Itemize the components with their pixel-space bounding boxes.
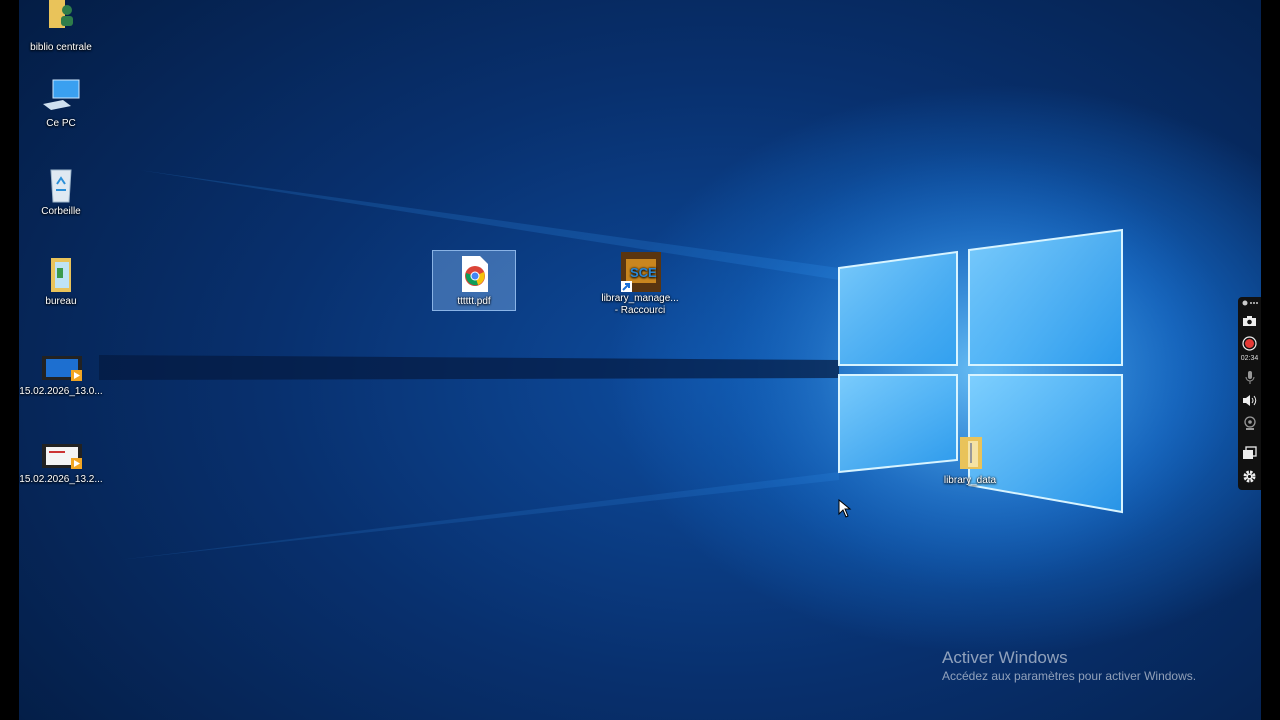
desktop-icon-label: 15.02.2026_13.2... <box>19 474 103 485</box>
webcam-icon[interactable] <box>1241 415 1258 432</box>
app-shortcut-icon: SCE <box>620 251 661 292</box>
desktop-icon-label: library_data <box>943 475 997 486</box>
letterbox-left <box>0 0 19 720</box>
desktop-icon-ce-pc[interactable]: Ce PC <box>19 76 103 130</box>
camera-icon[interactable] <box>1241 312 1258 329</box>
desktop-icon-library-shortcut[interactable]: SCE library_manage... - Raccourci <box>598 251 682 317</box>
recycle-bin-icon <box>41 164 81 204</box>
record-icon[interactable] <box>1241 335 1258 352</box>
activation-watermark: Activer Windows Accédez aux paramètres p… <box>942 648 1196 684</box>
wallpaper <box>99 150 1239 590</box>
microphone-icon[interactable] <box>1241 369 1258 386</box>
watermark-subtitle: Accédez aux paramètres pour activer Wind… <box>942 669 1197 683</box>
user-folder-icon <box>41 0 81 40</box>
desktop-icon-label: Corbeille <box>41 206 81 217</box>
desktop-icon-tttttt-pdf[interactable]: tttttt.pdf <box>432 250 516 311</box>
desktop-icon-label: biblio centrale <box>30 42 92 53</box>
desktop-icon-video-2[interactable]: 15.02.2026_13.2... <box>19 442 103 486</box>
desktop-icon-label: bureau <box>45 296 77 307</box>
desktop-icon-video-1[interactable]: 15.02.2026_13.0... <box>19 354 103 398</box>
desktop-icon-biblio-centrale[interactable]: biblio centrale <box>19 0 103 54</box>
desktop-icon-corbeille[interactable]: Corbeille <box>19 164 103 218</box>
pin-icon[interactable] <box>1241 297 1258 309</box>
desktop-icon-label: Ce PC <box>46 118 76 129</box>
desktop-icon-library-data[interactable]: library_data <box>928 433 1012 487</box>
watermark-title: Activer Windows <box>942 648 1068 667</box>
desktop-icon-label: tttttt.pdf <box>457 296 491 307</box>
mouse-cursor-icon <box>838 498 852 524</box>
speaker-icon[interactable] <box>1241 392 1258 409</box>
letterbox-right <box>1261 0 1280 720</box>
screen-recorder-toolbar: 02:34 <box>1238 297 1261 490</box>
chrome-pdf-icon <box>454 254 494 294</box>
computer-icon <box>41 76 81 116</box>
recording-timer: 02:34 <box>1240 355 1259 362</box>
video-file-icon <box>41 442 82 472</box>
video-file-icon <box>41 354 82 384</box>
desktop[interactable]: biblio centrale Ce PC Corbeille bureau 1 <box>19 0 1261 720</box>
screen-icon[interactable] <box>1241 444 1258 461</box>
desktop-icon-label: 15.02.2026_13.0... <box>19 386 103 397</box>
desktop-icon-label: library_manage... - Raccourci <box>601 293 679 316</box>
desktop-icon-bureau[interactable]: bureau <box>19 254 103 308</box>
folder-icon <box>41 254 81 294</box>
settings-icon[interactable] <box>1241 468 1258 485</box>
svg-text:SCE: SCE <box>630 265 657 280</box>
screen: biblio centrale Ce PC Corbeille bureau 1 <box>0 0 1280 720</box>
folder-icon <box>950 433 990 473</box>
